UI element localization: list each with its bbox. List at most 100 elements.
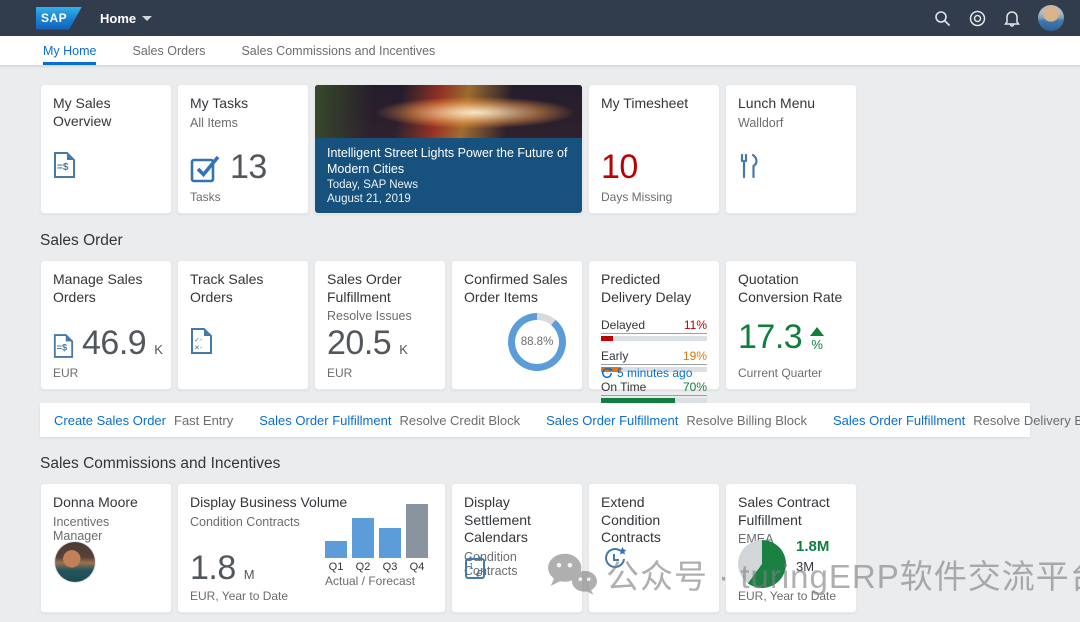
tab-sales-commissions[interactable]: Sales Commissions and Incentives [241, 36, 435, 65]
refresh-label: 5 minutes ago [617, 366, 693, 380]
launchpad-content: My Sales Overview =$ My Tasks All Items [0, 66, 1080, 613]
copilot-icon[interactable] [968, 9, 986, 27]
clock-star-icon [601, 546, 629, 574]
tile-footer: Days Missing [601, 190, 673, 204]
tile-title: Display Settlement Calendars [464, 494, 531, 545]
shell-bar: SAP Home [0, 0, 1080, 36]
sales-document-icon: =$ [53, 333, 74, 359]
tile-news[interactable]: Intelligent Street Lights Power the Futu… [314, 84, 583, 214]
profile-avatar [55, 542, 95, 582]
link-group: Sales Order Fulfillment Resolve Billing … [546, 413, 807, 428]
tile-display-business-volume[interactable]: Display Business Volume Condition Contra… [177, 483, 446, 613]
row-bar [601, 398, 676, 403]
tile-predicted-delivery-delay[interactable]: Predicted Delivery Delay Delayed 11% Ear… [588, 260, 720, 403]
tile-title: Donna Moore [53, 494, 138, 510]
home-menu-button[interactable]: Home [100, 10, 153, 26]
svg-text:✕-: ✕- [194, 345, 203, 352]
calendar-euro-icon: 1 € [464, 555, 491, 582]
tile-donna-moore[interactable]: Donna Moore Incentives Manager [40, 483, 172, 613]
news-headline: Intelligent Street Lights Power the Futu… [327, 145, 568, 176]
tile-lunch-menu[interactable]: Lunch Menu Walldorf [725, 84, 857, 214]
tile-display-settlement-calendars[interactable]: Display Settlement Calendars Condition C… [451, 483, 583, 613]
kpi-value: 20.5 [327, 324, 392, 363]
tile-track-sales-orders[interactable]: Track Sales Orders ✓- ✕- [177, 260, 309, 390]
comparison-row-delayed: Delayed 11% [601, 318, 707, 341]
svg-text:1: 1 [469, 562, 474, 571]
section-heading-sales-order: Sales Order [40, 232, 123, 249]
anchor-navigation-bar: My Home Sales Orders Sales Commissions a… [0, 36, 1080, 66]
news-source: Today, SAP News [327, 179, 418, 191]
tile-sales-contract-fulfillment[interactable]: Sales Contract Fulfillment EMEA 1.8M 3M … [725, 483, 857, 613]
tile-footer: EUR [53, 366, 79, 380]
pie-actual-value: 1.8M [796, 538, 830, 555]
tile-subtitle: Incentives Manager [53, 514, 110, 543]
link-desc: Resolve Credit Block [399, 412, 521, 428]
tile-footer: Current Quarter [738, 366, 823, 380]
link-sales-order-fulfillment-billing[interactable]: Sales Order Fulfillment [546, 413, 678, 428]
kpi-scale: K [399, 342, 408, 357]
tile-sales-order-fulfillment[interactable]: Sales Order Fulfillment Resolve Issues 2… [314, 260, 446, 390]
radial-chart: 88.8% [508, 313, 566, 371]
tile-my-tasks[interactable]: My Tasks All Items 13 Tasks [177, 84, 309, 214]
comparison-chart: Delayed 11% Early 19% On Time 70% [601, 318, 707, 403]
trend-up-icon [810, 327, 825, 336]
kpi-value: 46.9 [82, 324, 147, 363]
shell-title-label: Home [100, 10, 137, 26]
commissions-tile-row: Donna Moore Incentives Manager Display B… [40, 483, 1040, 613]
tile-footer: EUR [327, 366, 353, 380]
tab-sales-orders[interactable]: Sales Orders [132, 36, 205, 65]
tile-title: My Sales Overview [53, 95, 112, 129]
meal-utensils-icon [738, 153, 762, 179]
news-photo [315, 85, 582, 138]
tile-title: Quotation Conversion Rate [738, 271, 843, 305]
refresh-status[interactable]: 5 minutes ago [601, 366, 692, 380]
task-checkbox-icon [190, 153, 222, 183]
tile-title: Lunch Menu [738, 95, 816, 111]
bar-q3 [379, 527, 401, 558]
tile-confirmed-sales-order-items[interactable]: Confirmed Sales Order Items 88.8% [451, 260, 583, 390]
sap-logo: SAP [36, 6, 82, 30]
tile-my-sales-overview[interactable]: My Sales Overview =$ [40, 84, 172, 214]
search-icon[interactable] [933, 9, 951, 27]
tile-title: Track Sales Orders [190, 271, 264, 305]
link-sales-order-fulfillment-delivery[interactable]: Sales Order Fulfillment [833, 413, 965, 428]
business-volume-bar-chart: Q1 Q2 Q3 Q4 Actual / Forecast [325, 504, 431, 588]
tile-footer: Tasks [190, 190, 221, 204]
link-sales-order-fulfillment-credit[interactable]: Sales Order Fulfillment [259, 413, 391, 428]
user-avatar[interactable] [1038, 5, 1064, 31]
tile-title: Sales Order Fulfillment [327, 271, 402, 305]
pie-target-value: 3M [796, 559, 815, 574]
sales-order-tile-row: Manage Sales Orders =$ 46.9 K EUR Track [40, 260, 1040, 403]
comparison-row-on-time: On Time 70% [601, 380, 707, 403]
chevron-down-icon [142, 15, 153, 21]
svg-text:=$: =$ [57, 162, 69, 173]
tile-subtitle: Resolve Issues [327, 309, 412, 323]
fiori-launchpad: SAP Home My Home Sales Orders Sales Comm… [0, 0, 1080, 622]
bar-q1 [325, 540, 347, 558]
tile-manage-sales-orders[interactable]: Manage Sales Orders =$ 46.9 K EUR [40, 260, 172, 390]
sales-document-icon: =$ [53, 151, 76, 179]
tile-extend-condition-contracts[interactable]: Extend Condition Contracts [588, 483, 720, 613]
link-desc: Resolve Delivery Block [973, 412, 1080, 428]
bar-chart-labels: Q1 Q2 Q3 Q4 [328, 561, 425, 573]
tab-my-home[interactable]: My Home [43, 36, 97, 65]
tile-title: My Timesheet [601, 95, 689, 111]
home-tile-row: My Sales Overview =$ My Tasks All Items [40, 84, 1040, 214]
tile-my-timesheet[interactable]: My Timesheet 10 Days Missing [588, 84, 720, 214]
kpi-value: 17.3 [738, 318, 803, 357]
refresh-icon [601, 367, 613, 379]
svg-text:=$: =$ [57, 343, 67, 353]
tile-footer: EUR, Year to Date [738, 589, 837, 603]
tile-quotation-conversion-rate[interactable]: Quotation Conversion Rate 17.3 % Current… [725, 260, 857, 390]
pie-chart [738, 540, 786, 588]
news-date: August 21, 2019 [327, 193, 411, 205]
section-heading-commissions: Sales Commissions and Incentives [40, 455, 281, 472]
link-group: Sales Order Fulfillment Resolve Credit B… [259, 413, 520, 428]
notifications-bell-icon[interactable] [1003, 9, 1021, 27]
days-missing-count: 10 [601, 148, 638, 187]
link-group: Create Sales Order Fast Entry [54, 413, 233, 428]
tile-title: Confirmed Sales Order Items [464, 271, 568, 305]
row-bar [601, 336, 613, 341]
quick-links-band: Create Sales Order Fast Entry Sales Orde… [40, 403, 1080, 437]
link-create-sales-order[interactable]: Create Sales Order [54, 413, 166, 428]
